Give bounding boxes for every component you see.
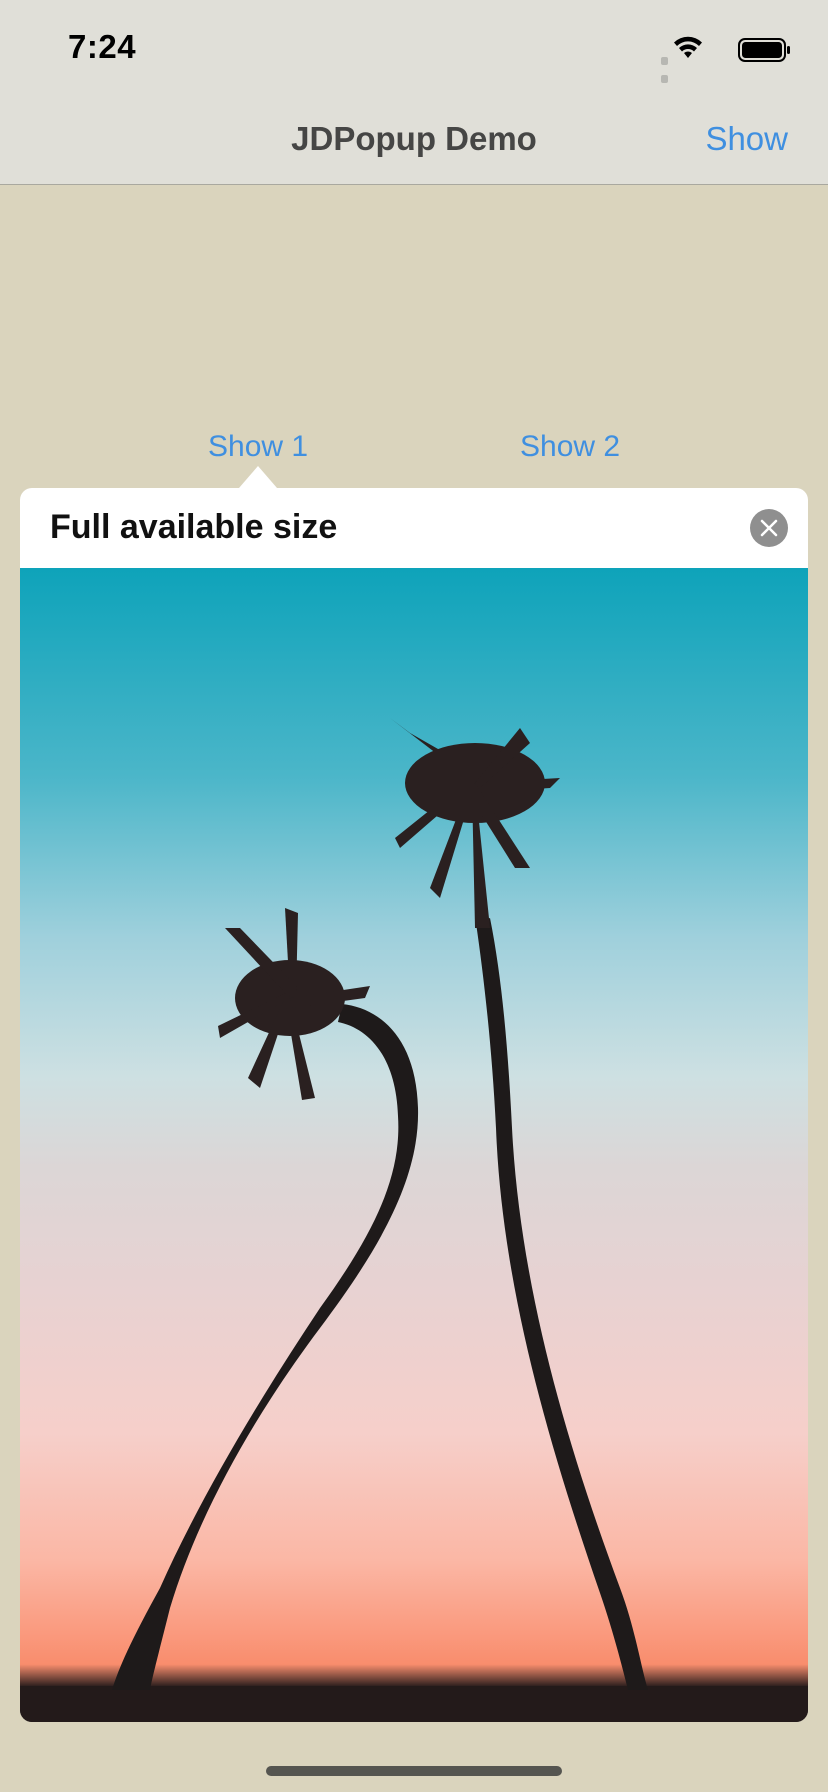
battery-icon <box>738 38 792 67</box>
wifi-icon <box>672 34 704 65</box>
show-1-button[interactable]: Show 1 <box>208 430 308 464</box>
close-button[interactable] <box>750 509 788 547</box>
navigation-bar: JDPopup Demo Show <box>0 92 828 185</box>
popup-arrow <box>239 466 277 488</box>
palm-trees-photo <box>20 568 808 1722</box>
popup: Full available size <box>20 488 808 1722</box>
status-time: 7:24 <box>68 28 137 65</box>
popup-header: Full available size <box>20 488 808 568</box>
home-indicator <box>266 1766 562 1776</box>
close-icon <box>760 519 778 537</box>
page-title: JDPopup Demo <box>291 120 537 157</box>
show-2-button[interactable]: Show 2 <box>520 430 620 464</box>
popup-title: Full available size <box>50 508 338 546</box>
status-bar: 7:24 <box>0 0 828 119</box>
show-button[interactable]: Show <box>705 120 788 158</box>
